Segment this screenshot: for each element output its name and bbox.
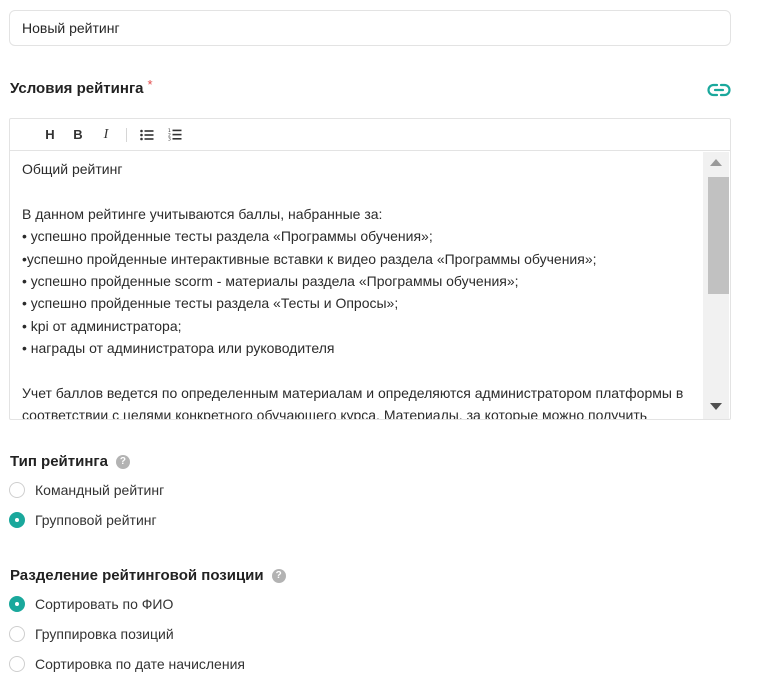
svg-text:3: 3 — [168, 137, 171, 141]
content-line: • награды от администратора или руководи… — [22, 340, 335, 357]
bold-button[interactable]: B — [64, 123, 92, 147]
editor-scrollbar[interactable] — [703, 152, 729, 419]
toolbar-divider — [126, 127, 127, 142]
rating-type-title: Тип рейтинга ? — [10, 453, 130, 470]
bullet-list-icon — [140, 129, 154, 140]
help-icon[interactable]: ? — [271, 568, 286, 583]
position-split-title: Разделение рейтинговой позиции ? — [10, 567, 286, 584]
content-line: • успешно пройденные тесты раздела «Тест… — [22, 295, 399, 312]
numbered-list-icon: 1 2 3 — [168, 128, 182, 141]
radio-sort-by-date[interactable]: Сортировка по дате начисления — [9, 656, 245, 672]
radio-button[interactable] — [9, 626, 25, 642]
link-icon[interactable] — [707, 81, 731, 99]
bullet-list-button[interactable] — [133, 123, 161, 147]
radio-button[interactable] — [9, 482, 25, 498]
radio-group-positions[interactable]: Группировка позиций — [9, 626, 174, 642]
editor-content[interactable]: Общий рейтинг В данном рейтинге учитываю… — [10, 151, 704, 419]
radio-label: Группировка позиций — [35, 626, 174, 642]
content-line — [22, 360, 692, 382]
conditions-editor[interactable]: H B I 1 2 3 Общий рейтинг В данном рейти… — [9, 118, 731, 420]
radio-button-checked[interactable] — [9, 596, 25, 612]
radio-button-checked[interactable] — [9, 512, 25, 528]
radio-sort-by-name[interactable]: Сортировать по ФИО — [9, 596, 173, 612]
content-line: • успешно пройденные тесты раздела «Прог… — [22, 228, 433, 245]
numbered-list-button[interactable]: 1 2 3 — [161, 123, 189, 147]
content-line: Учет баллов ведется по определенным мате… — [22, 385, 684, 419]
radio-label: Групповой рейтинг — [35, 512, 157, 528]
content-line: •успешно пройденные интерактивные вставк… — [22, 250, 597, 267]
scroll-thumb[interactable] — [708, 177, 729, 294]
radio-label: Сортировать по ФИО — [35, 596, 174, 612]
position-split-title-label: Разделение рейтинговой позиции — [10, 567, 264, 584]
scroll-up-arrow-icon[interactable] — [710, 159, 722, 166]
conditions-title: Условия рейтинга * — [10, 77, 153, 97]
radio-team-rating[interactable]: Командный рейтинг — [9, 482, 164, 498]
italic-button[interactable]: I — [92, 123, 120, 147]
help-icon[interactable]: ? — [115, 454, 130, 469]
radio-label: Сортировка по дате начисления — [35, 656, 245, 672]
rating-type-title-label: Тип рейтинга — [10, 453, 108, 470]
content-line: • успешно пройденные scorm - материалы р… — [22, 273, 519, 290]
scroll-down-arrow-icon[interactable] — [710, 403, 722, 410]
rating-name-input[interactable] — [9, 10, 731, 46]
radio-button[interactable] — [9, 656, 25, 672]
content-line: Общий рейтинг — [22, 161, 123, 177]
content-line: • kpi от администратора; — [22, 317, 182, 334]
heading-button[interactable]: H — [36, 123, 64, 147]
conditions-title-label: Условия рейтинга — [10, 80, 144, 97]
radio-group-rating[interactable]: Групповой рейтинг — [9, 512, 157, 528]
editor-toolbar: H B I 1 2 3 — [10, 119, 730, 151]
content-line — [22, 180, 692, 202]
radio-label: Командный рейтинг — [35, 482, 165, 498]
required-mark: * — [147, 77, 153, 92]
content-line: В данном рейтинге учитываются баллы, наб… — [22, 205, 383, 222]
